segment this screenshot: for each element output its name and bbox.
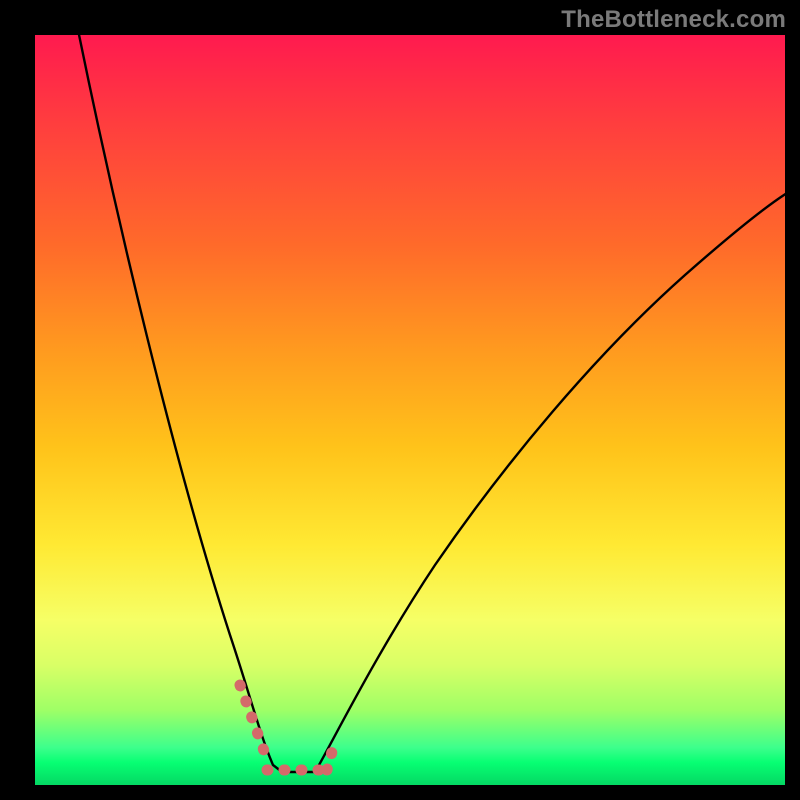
plot-area xyxy=(35,35,785,785)
chart-stage: TheBottleneck.com xyxy=(0,0,800,800)
watermark-text: TheBottleneck.com xyxy=(561,6,786,34)
